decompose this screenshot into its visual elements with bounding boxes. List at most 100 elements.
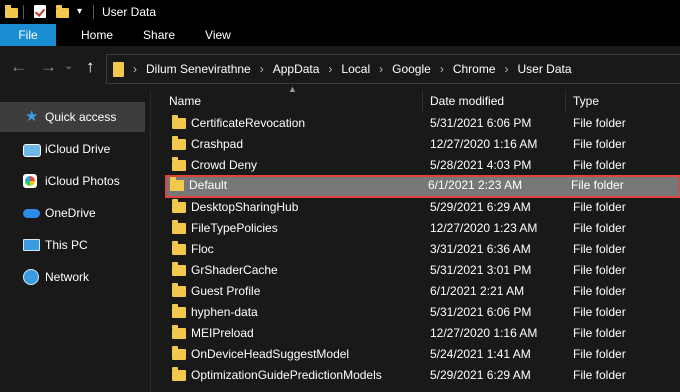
breadcrumb-separator[interactable]: › — [440, 62, 444, 76]
folder-icon — [172, 325, 186, 339]
file-name: GrShaderCache — [191, 263, 278, 277]
folder-icon — [172, 346, 186, 360]
table-row[interactable]: Crashpad 12/27/2020 1:16 AM File folder — [167, 134, 675, 155]
tab-file[interactable]: File — [0, 24, 56, 46]
ribbon-tabs: File Home Share View — [0, 24, 680, 46]
tab-home[interactable]: Home — [66, 24, 128, 46]
file-type: File folder — [573, 137, 626, 151]
table-row[interactable]: CertificateRevocation 5/31/2021 6:06 PM … — [167, 113, 675, 134]
customize-toolbar-chevron-icon[interactable]: ▾ — [77, 7, 82, 17]
breadcrumb-separator[interactable]: › — [260, 62, 264, 76]
nav-item-network[interactable]: Network — [0, 262, 145, 292]
file-type: File folder — [571, 178, 624, 192]
sort-ascending-icon: ▲ — [288, 84, 297, 94]
breadcrumb-local[interactable]: Local — [341, 62, 370, 76]
file-date: 3/31/2021 6:36 AM — [430, 242, 531, 256]
table-row[interactable]: Floc 3/31/2021 6:36 AM File folder — [167, 239, 675, 260]
nav-item-icloud-photos[interactable]: iCloud Photos — [0, 166, 145, 196]
file-name: OnDeviceHeadSuggestModel — [191, 347, 350, 361]
file-type: File folder — [573, 347, 626, 361]
nav-item-label: Network — [45, 270, 90, 284]
column-header-type[interactable]: Type — [573, 90, 599, 113]
pane-divider[interactable] — [150, 90, 151, 392]
breadcrumb-separator[interactable]: › — [379, 62, 383, 76]
file-type: File folder — [573, 263, 626, 277]
nav-item-quick-access[interactable]: ★ Quick access — [0, 102, 145, 132]
file-type: File folder — [573, 284, 626, 298]
file-date: 6/1/2021 2:23 AM — [428, 178, 523, 192]
new-folder-icon[interactable] — [56, 5, 69, 18]
breadcrumb-appdata[interactable]: AppData — [273, 62, 320, 76]
breadcrumb-separator[interactable]: › — [505, 62, 509, 76]
column-divider[interactable] — [565, 90, 566, 113]
file-name: Crowd Deny — [191, 158, 258, 172]
nav-item-this-pc[interactable]: This PC — [0, 230, 145, 260]
file-name: CertificateRevocation — [191, 116, 306, 130]
breadcrumb-separator: › — [133, 62, 137, 76]
file-type: File folder — [573, 368, 626, 382]
table-row[interactable]: MEIPreload 12/27/2020 1:16 AM File folde… — [167, 323, 675, 344]
file-name: OptimizationGuidePredictionModels — [191, 368, 382, 382]
location-folder-icon — [113, 61, 124, 77]
nav-item-onedrive[interactable]: OneDrive — [0, 198, 145, 228]
column-header-date-modified[interactable]: Date modified — [430, 90, 504, 113]
file-name: FileTypePolicies — [191, 221, 278, 235]
file-name: Default — [189, 178, 228, 192]
table-row[interactable]: DesktopSharingHub 5/29/2021 6:29 AM File… — [167, 197, 675, 218]
file-date: 5/31/2021 3:01 PM — [430, 263, 532, 277]
recent-locations-chevron-icon[interactable]: ⌄ — [64, 59, 73, 72]
nav-item-icloud-drive[interactable]: iCloud Drive — [0, 134, 145, 164]
file-date: 12/27/2020 1:16 AM — [430, 137, 538, 151]
star-icon: ★ — [25, 108, 39, 125]
table-row[interactable]: Crowd Deny 5/28/2021 4:03 PM File folder — [167, 155, 675, 176]
file-date: 5/24/2021 1:41 AM — [430, 347, 531, 361]
file-name: Guest Profile — [191, 284, 261, 298]
address-path[interactable]: › Dilum Senevirathne › AppData › Local ›… — [106, 54, 680, 84]
back-arrow-icon[interactable]: ← — [10, 57, 27, 77]
table-row[interactable]: GrShaderCache 5/31/2021 3:01 PM File fol… — [167, 260, 675, 281]
file-type: File folder — [573, 221, 626, 235]
nav-item-label: iCloud Photos — [45, 174, 120, 188]
column-divider[interactable] — [422, 90, 423, 113]
file-list: ▲ Name Date modified Type CertificateRev… — [152, 84, 680, 392]
table-row[interactable]: hyphen-data 5/31/2021 6:06 PM File folde… — [167, 302, 675, 323]
file-name: Floc — [191, 242, 214, 256]
file-date: 12/27/2020 1:23 AM — [430, 221, 538, 235]
column-header-name[interactable]: Name — [169, 90, 201, 113]
file-date: 12/27/2020 1:16 AM — [430, 326, 538, 340]
tab-view[interactable]: View — [190, 24, 246, 46]
folder-icon — [172, 157, 186, 171]
title-bar: ▾ User Data — [0, 0, 680, 24]
file-type: File folder — [573, 200, 626, 214]
file-type: File folder — [573, 242, 626, 256]
breadcrumb-google[interactable]: Google — [392, 62, 431, 76]
file-date: 5/31/2021 6:06 PM — [430, 116, 532, 130]
properties-icon[interactable] — [34, 5, 46, 18]
table-row[interactable]: FileTypePolicies 12/27/2020 1:23 AM File… — [167, 218, 675, 239]
breadcrumb-separator[interactable]: › — [328, 62, 332, 76]
forward-arrow-icon[interactable]: → — [40, 57, 57, 77]
file-name: MEIPreload — [191, 326, 254, 340]
toolbar-divider — [23, 5, 24, 19]
up-arrow-icon[interactable]: ↑ — [86, 57, 95, 77]
breadcrumb-chrome[interactable]: Chrome — [453, 62, 496, 76]
folder-icon — [172, 283, 186, 297]
breadcrumb-dilum-senevirathne[interactable]: Dilum Senevirathne — [146, 62, 251, 76]
file-date: 5/28/2021 4:03 PM — [430, 158, 532, 172]
file-date: 5/31/2021 6:06 PM — [430, 305, 532, 319]
table-row[interactable]: OnDeviceHeadSuggestModel 5/24/2021 1:41 … — [167, 344, 675, 365]
folder-icon[interactable] — [5, 5, 18, 18]
table-row-selected[interactable]: Default 6/1/2021 2:23 AM File folder — [165, 175, 680, 198]
folder-icon — [172, 262, 186, 276]
computer-icon — [23, 239, 40, 251]
tab-share[interactable]: Share — [128, 24, 190, 46]
file-date: 5/29/2021 6:29 AM — [430, 200, 531, 214]
folder-icon — [172, 115, 186, 129]
folder-icon — [172, 199, 186, 213]
table-row[interactable]: OptimizationGuidePredictionModels 5/29/2… — [167, 365, 675, 386]
file-type: File folder — [573, 158, 626, 172]
nav-item-label: iCloud Drive — [45, 142, 111, 156]
table-row[interactable]: Guest Profile 6/1/2021 2:21 AM File fold… — [167, 281, 675, 302]
breadcrumb-user-data[interactable]: User Data — [518, 62, 572, 76]
nav-item-label: This PC — [45, 238, 88, 252]
